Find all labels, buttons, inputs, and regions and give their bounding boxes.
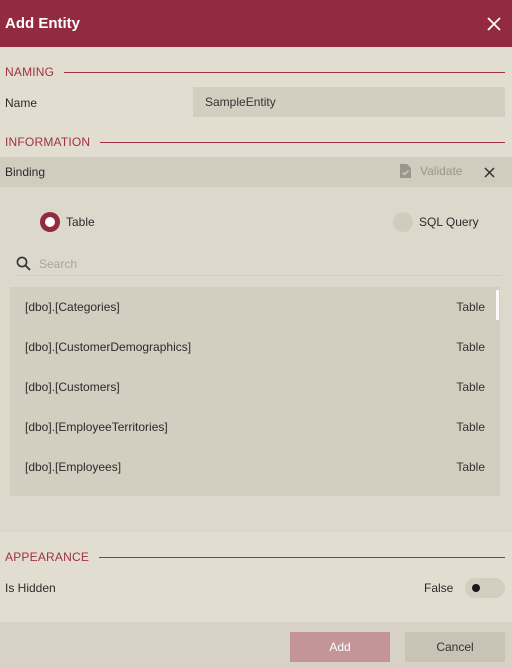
- radio-selected-icon: [40, 212, 60, 232]
- dialog-titlebar: Add Entity: [0, 0, 512, 47]
- binding-label: Binding: [5, 165, 46, 179]
- list-item[interactable]: [dbo].[EmployeeTerritories] Table: [10, 407, 500, 447]
- list-item[interactable]: [dbo].[Customers] Table: [10, 367, 500, 407]
- list-item-name: [dbo].[CustomerDemographics]: [25, 340, 192, 354]
- section-naming: NAMING: [5, 65, 505, 79]
- name-label: Name: [5, 96, 38, 110]
- document-check-icon: [400, 164, 411, 178]
- list-item-kind: Table: [456, 420, 485, 434]
- dialog-footer: Add Cancel: [0, 622, 512, 667]
- section-divider: [99, 556, 505, 558]
- binding-panel: Binding Validate Table SQL Query [dbo].[…: [0, 157, 512, 532]
- is-hidden-toggle[interactable]: [465, 578, 505, 598]
- list-item-name: [dbo].[Customers]: [25, 380, 120, 394]
- list-item[interactable]: [dbo].[Categories] Table: [10, 287, 500, 327]
- radio-sql-query[interactable]: SQL Query: [393, 212, 479, 232]
- radio-sql-query-label: SQL Query: [419, 215, 479, 229]
- list-item-kind: Table: [456, 380, 485, 394]
- dialog-title: Add Entity: [5, 15, 80, 32]
- radio-table-label: Table: [66, 215, 95, 229]
- section-naming-label: NAMING: [5, 65, 55, 79]
- list-item-name: [dbo].[Categories]: [25, 300, 120, 314]
- section-information: INFORMATION: [5, 135, 505, 149]
- list-item[interactable]: [dbo].[Employees] Table: [10, 447, 500, 487]
- list-scrollbar[interactable]: [496, 290, 499, 320]
- close-icon[interactable]: [482, 12, 506, 36]
- list-item-kind: Table: [456, 460, 485, 474]
- toggle-knob: [472, 584, 480, 592]
- cancel-button[interactable]: Cancel: [405, 632, 505, 662]
- list-item-kind: Table: [456, 340, 485, 354]
- search-bar: [16, 252, 502, 276]
- table-list: [dbo].[Categories] Table [dbo].[Customer…: [10, 287, 500, 496]
- list-item-name: [dbo].[EmployeeTerritories]: [25, 420, 168, 434]
- section-divider: [64, 71, 505, 73]
- name-field[interactable]: SampleEntity: [193, 87, 505, 117]
- radio-unselected-icon: [393, 212, 413, 232]
- section-divider: [100, 141, 505, 143]
- add-button[interactable]: Add: [290, 632, 390, 662]
- is-hidden-value: False: [424, 581, 454, 595]
- list-item-kind: Table: [456, 300, 485, 314]
- name-field-value: SampleEntity: [205, 95, 276, 109]
- close-icon[interactable]: [483, 166, 496, 179]
- radio-table[interactable]: Table: [40, 212, 95, 232]
- search-icon: [16, 256, 31, 271]
- section-information-label: INFORMATION: [5, 135, 91, 149]
- list-item-name: [dbo].[Employees]: [25, 460, 122, 474]
- validate-button[interactable]: Validate: [400, 164, 462, 178]
- list-item[interactable]: [dbo].[CustomerDemographics] Table: [10, 327, 500, 367]
- is-hidden-label: Is Hidden: [5, 581, 56, 595]
- section-appearance: APPEARANCE: [5, 550, 505, 564]
- search-input[interactable]: [39, 256, 439, 271]
- validate-label: Validate: [420, 164, 463, 178]
- section-appearance-label: APPEARANCE: [5, 550, 90, 564]
